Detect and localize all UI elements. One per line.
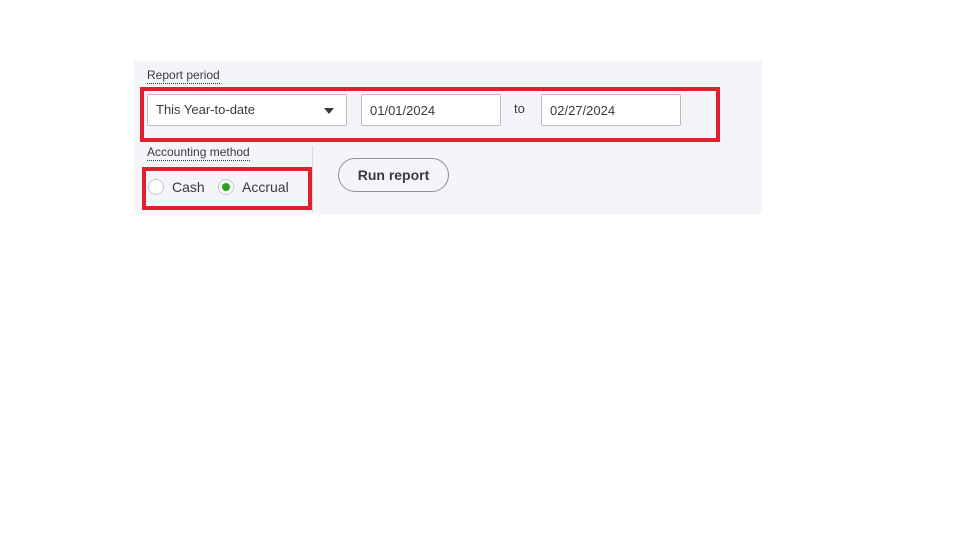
- vertical-divider: [312, 146, 313, 212]
- accounting-method-label: Accounting method: [147, 145, 250, 161]
- report-period-label: Report period: [147, 68, 220, 84]
- run-report-button[interactable]: Run report: [338, 158, 449, 192]
- report-period-highlight: [140, 87, 720, 142]
- accounting-method-highlight: [142, 167, 312, 210]
